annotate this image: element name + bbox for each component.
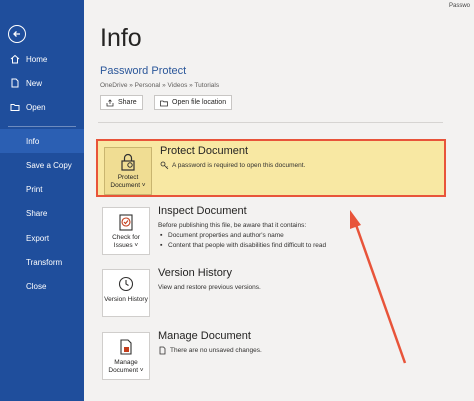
sidebar-divider — [8, 126, 76, 127]
sidebar-item-label: Close — [26, 281, 47, 291]
window-title: Passwo — [448, 3, 470, 9]
sidebar-item-label: Open — [26, 102, 46, 112]
key-icon — [160, 161, 169, 170]
lock-icon — [121, 153, 135, 171]
document-icon — [158, 346, 167, 355]
sidebar-item-transform[interactable]: Transform — [0, 250, 84, 274]
sidebar-item-home[interactable]: Home — [0, 47, 84, 71]
protect-document-desc-text: A password is required to open this docu… — [172, 162, 306, 170]
share-button[interactable]: Share — [100, 95, 143, 110]
manage-document-section: Manage Document ˅ Manage Document There … — [96, 326, 446, 386]
manage-document-button[interactable]: Manage Document ˅ — [102, 332, 150, 380]
manage-document-description: There are no unsaved changes. — [158, 346, 438, 356]
page-title: Info — [100, 24, 142, 52]
sidebar-item-export[interactable]: Export — [0, 226, 84, 250]
check-for-issues-button[interactable]: Check for Issues ˅ — [102, 207, 150, 255]
inspect-document-title: Inspect Document — [158, 205, 247, 217]
new-document-icon — [10, 78, 20, 88]
version-history-button[interactable]: Version History — [102, 269, 150, 317]
protect-document-tile-label: Protect Document ˅ — [110, 174, 146, 189]
manage-document-icon — [120, 339, 132, 355]
inspect-desc-text: Before publishing this file, be aware th… — [158, 222, 307, 229]
checklist-icon — [119, 214, 133, 231]
sidebar-item-label: Transform — [26, 257, 63, 267]
sidebar-item-label: Print — [26, 184, 43, 194]
sidebar-item-close[interactable]: Close — [0, 274, 84, 298]
document-name: Password Protect — [100, 65, 187, 77]
sidebar-item-label: Save a Copy — [26, 160, 72, 170]
history-clock-icon — [118, 276, 134, 292]
back-arrow-icon[interactable] — [8, 25, 26, 43]
folder-icon — [10, 102, 20, 112]
check-for-issues-label: Check for Issues ˅ — [112, 234, 140, 249]
breadcrumb: OneDrive » Personal » Videos » Tutorials — [100, 82, 220, 89]
version-history-section: Version History Version History View and… — [96, 263, 446, 323]
sidebar-item-label: Home — [26, 54, 48, 64]
inspect-document-section: Check for Issues ˅ Inspect Document Befo… — [96, 201, 446, 261]
home-icon — [10, 54, 20, 64]
open-file-location-button[interactable]: Open file location — [154, 95, 233, 110]
sidebar-item-open[interactable]: Open — [0, 95, 84, 119]
inspect-bullet: Document properties and author's name — [158, 231, 438, 241]
folder-icon — [160, 99, 168, 107]
info-pane: Passwo Info Password Protect OneDrive » … — [84, 0, 474, 401]
inspect-bullet: Content that people with disabilities fi… — [158, 241, 438, 251]
protect-document-section: Protect Document ˅ Protect Document A pa… — [96, 139, 446, 197]
manage-document-desc-text: There are no unsaved changes. — [170, 347, 262, 355]
sidebar-item-label: New — [26, 78, 43, 88]
sidebar-item-label: Info — [26, 136, 40, 146]
version-history-description: View and restore previous versions. — [158, 284, 261, 291]
protect-document-button[interactable]: Protect Document ˅ — [104, 147, 152, 195]
sidebar-item-share[interactable]: Share — [0, 201, 84, 225]
sidebar-item-save-a-copy[interactable]: Save a Copy — [0, 153, 84, 177]
sidebar-item-info[interactable]: Info — [0, 129, 84, 153]
inspect-document-description: Before publishing this file, be aware th… — [158, 221, 438, 251]
share-icon — [106, 98, 114, 107]
open-file-location-label: Open file location — [172, 99, 227, 106]
version-history-tile-label: Version History — [104, 296, 148, 303]
manage-document-title: Manage Document — [158, 330, 251, 342]
sidebar-item-label: Export — [26, 233, 50, 243]
version-history-title: Version History — [158, 267, 232, 279]
section-divider — [98, 122, 443, 123]
manage-document-tile-label: Manage Document ˅ — [108, 359, 144, 374]
protect-document-title: Protect Document — [160, 145, 249, 157]
protect-document-description: A password is required to open this docu… — [160, 161, 440, 171]
sidebar-item-new[interactable]: New — [0, 71, 84, 95]
backstage-sidebar: Home New Open Info Save a Copy Print Sha… — [0, 0, 84, 401]
share-button-label: Share — [118, 99, 137, 106]
sidebar-item-label: Share — [26, 208, 48, 218]
sidebar-item-print[interactable]: Print — [0, 177, 84, 201]
